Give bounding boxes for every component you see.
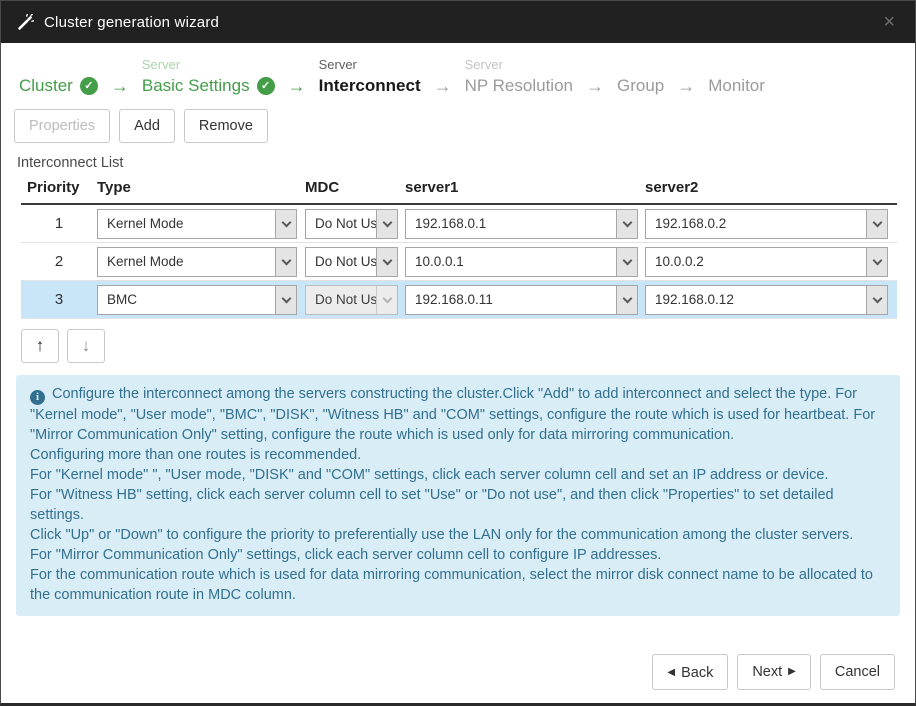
info-paragraph: Configuring more than one routes is reco… — [30, 445, 886, 465]
step-label: NP Resolution — [465, 74, 573, 98]
table-header: Priority Type MDC server1 server2 — [21, 176, 897, 205]
step-arrow-icon: → — [573, 74, 617, 98]
chevron-down-icon — [275, 248, 296, 276]
type-select[interactable]: Kernel Mode — [97, 247, 297, 277]
priority-move-controls: ↑ ↓ — [1, 319, 915, 363]
column-header-mdc: MDC — [305, 179, 405, 196]
arrow-down-icon: ↓ — [82, 336, 91, 356]
close-button[interactable]: × — [879, 10, 899, 34]
remove-button[interactable]: Remove — [184, 109, 268, 143]
next-arrow-icon: ▶ — [788, 667, 796, 677]
step-complete-check-icon: ✓ — [80, 77, 98, 95]
wizard-steps: Cluster ✓ → Server Basic Settings ✓ → Se… — [1, 43, 915, 102]
column-header-priority: Priority — [21, 179, 97, 196]
next-button[interactable]: Next ▶ — [737, 654, 811, 690]
mdc-select[interactable]: Do Not Use — [305, 209, 398, 239]
step-label: Interconnect — [319, 74, 421, 98]
step-label: Group — [617, 74, 664, 98]
mdc-select[interactable]: Do Not Use — [305, 285, 398, 315]
info-panel: iConfigure the interconnect among the se… — [16, 375, 900, 616]
chevron-down-icon — [616, 286, 637, 314]
mdc-select[interactable]: Do Not Use — [305, 247, 398, 277]
properties-button[interactable]: Properties — [14, 109, 110, 143]
server2-select[interactable]: 192.168.0.12 — [645, 285, 888, 315]
type-select[interactable]: Kernel Mode — [97, 209, 297, 239]
step-group-label: Server — [142, 55, 275, 74]
step-cluster: Cluster ✓ — [19, 55, 98, 98]
move-down-button[interactable]: ↓ — [67, 329, 105, 363]
step-label: Monitor — [708, 74, 765, 98]
chevron-down-icon — [376, 210, 397, 238]
interconnect-table: Priority Type MDC server1 server2 1 Kern… — [21, 176, 897, 319]
arrow-up-icon: ↑ — [36, 336, 45, 356]
table-row[interactable]: 3 BMC Do Not Use 192.168.0.11 — [21, 281, 897, 319]
step-label: Basic Settings — [142, 74, 250, 98]
step-group-label: Server — [465, 55, 573, 74]
add-button[interactable]: Add — [119, 109, 175, 143]
step-complete-check-icon: ✓ — [257, 77, 275, 95]
step-group-label — [617, 55, 664, 74]
info-paragraph: iConfigure the interconnect among the se… — [30, 384, 886, 445]
step-label: Cluster — [19, 74, 73, 98]
table-row[interactable]: 2 Kernel Mode Do Not Use 10.0.0.1 — [21, 243, 897, 281]
footer-buttons: ◀ Back Next ▶ Cancel — [652, 654, 895, 690]
chevron-down-icon — [275, 286, 296, 314]
magic-wand-icon — [17, 14, 34, 31]
priority-cell: 3 — [21, 291, 97, 308]
back-button[interactable]: ◀ Back — [652, 654, 728, 690]
info-paragraph: For "Mirror Communication Only" settings… — [30, 545, 886, 565]
chevron-down-icon — [866, 248, 887, 276]
column-header-server2: server2 — [645, 179, 897, 196]
move-up-button[interactable]: ↑ — [21, 329, 59, 363]
step-group-label — [19, 55, 98, 74]
step-arrow-icon: → — [664, 74, 708, 98]
step-arrow-icon: → — [421, 74, 465, 98]
column-header-type: Type — [97, 179, 305, 196]
back-arrow-icon: ◀ — [667, 668, 675, 678]
chevron-down-icon — [275, 210, 296, 238]
chevron-down-icon — [376, 286, 397, 314]
step-np-resolution: Server NP Resolution — [465, 55, 573, 98]
step-group-label: Server — [319, 55, 421, 74]
title-bar: Cluster generation wizard × — [1, 1, 915, 43]
step-group: Group — [617, 55, 664, 98]
cluster-generation-wizard-dialog: Cluster generation wizard × Cluster ✓ → … — [0, 0, 916, 706]
cancel-button[interactable]: Cancel — [820, 654, 895, 690]
step-arrow-icon: → — [275, 74, 319, 98]
chevron-down-icon — [616, 248, 637, 276]
chevron-down-icon — [616, 210, 637, 238]
window-title: Cluster generation wizard — [44, 14, 219, 31]
priority-cell: 1 — [21, 215, 97, 232]
server2-select[interactable]: 10.0.0.2 — [645, 247, 888, 277]
column-header-server1: server1 — [405, 179, 645, 196]
step-monitor: Monitor — [708, 55, 765, 98]
table-row[interactable]: 1 Kernel Mode Do Not Use 192.168.0.1 — [21, 205, 897, 243]
server1-select[interactable]: 10.0.0.1 — [405, 247, 638, 277]
info-paragraph: Click "Up" or "Down" to configure the pr… — [30, 525, 886, 545]
priority-cell: 2 — [21, 253, 97, 270]
step-group-label — [708, 55, 765, 74]
interconnect-list-title: Interconnect List — [1, 149, 915, 176]
type-select[interactable]: BMC — [97, 285, 297, 315]
chevron-down-icon — [376, 248, 397, 276]
server1-select[interactable]: 192.168.0.1 — [405, 209, 638, 239]
server2-select[interactable]: 192.168.0.2 — [645, 209, 888, 239]
info-paragraph: For "Witness HB" setting, click each ser… — [30, 485, 886, 525]
info-paragraph: For the communication route which is use… — [30, 565, 886, 605]
chevron-down-icon — [866, 286, 887, 314]
toolbar: Properties Add Remove — [1, 102, 915, 149]
step-arrow-icon: → — [98, 74, 142, 98]
step-basic-settings: Server Basic Settings ✓ — [142, 55, 275, 98]
step-interconnect: Server Interconnect — [319, 55, 421, 98]
server1-select[interactable]: 192.168.0.11 — [405, 285, 638, 315]
chevron-down-icon — [866, 210, 887, 238]
info-icon: i — [30, 390, 45, 405]
info-paragraph: For "Kernel mode" ", "User mode, "DISK" … — [30, 465, 886, 485]
